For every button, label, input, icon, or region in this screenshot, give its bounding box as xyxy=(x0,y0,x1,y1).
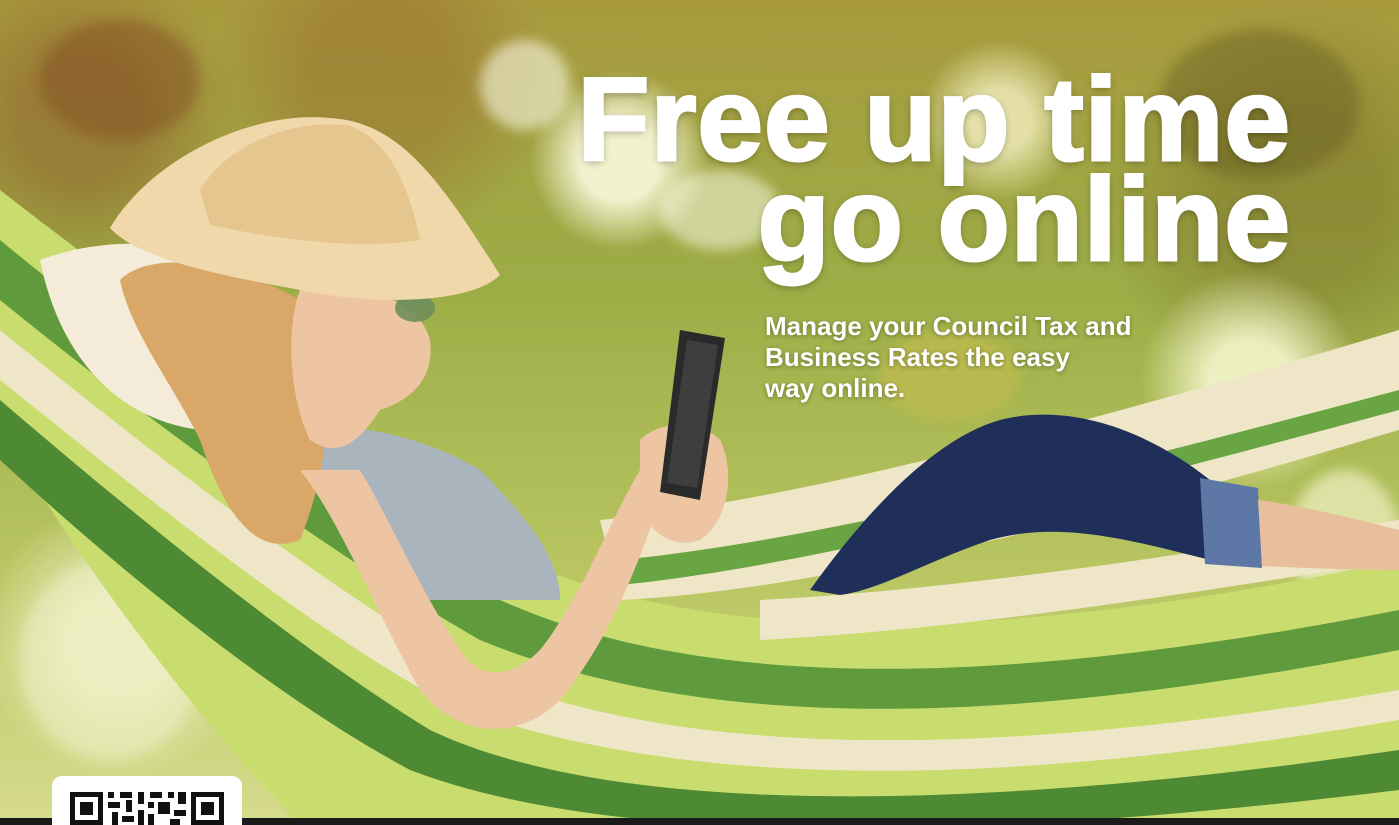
subheading-line-1: Manage your Council Tax and xyxy=(765,311,1132,341)
subheading: Manage your Council Tax and Business Rat… xyxy=(765,311,1235,404)
subheading-line-2: Business Rates the easy xyxy=(765,342,1070,372)
headline: Free up time go online xyxy=(576,60,1292,281)
subheading-line-3: way online. xyxy=(765,373,906,403)
qr-code-tab[interactable] xyxy=(52,776,242,825)
qr-code-icon xyxy=(70,792,224,825)
